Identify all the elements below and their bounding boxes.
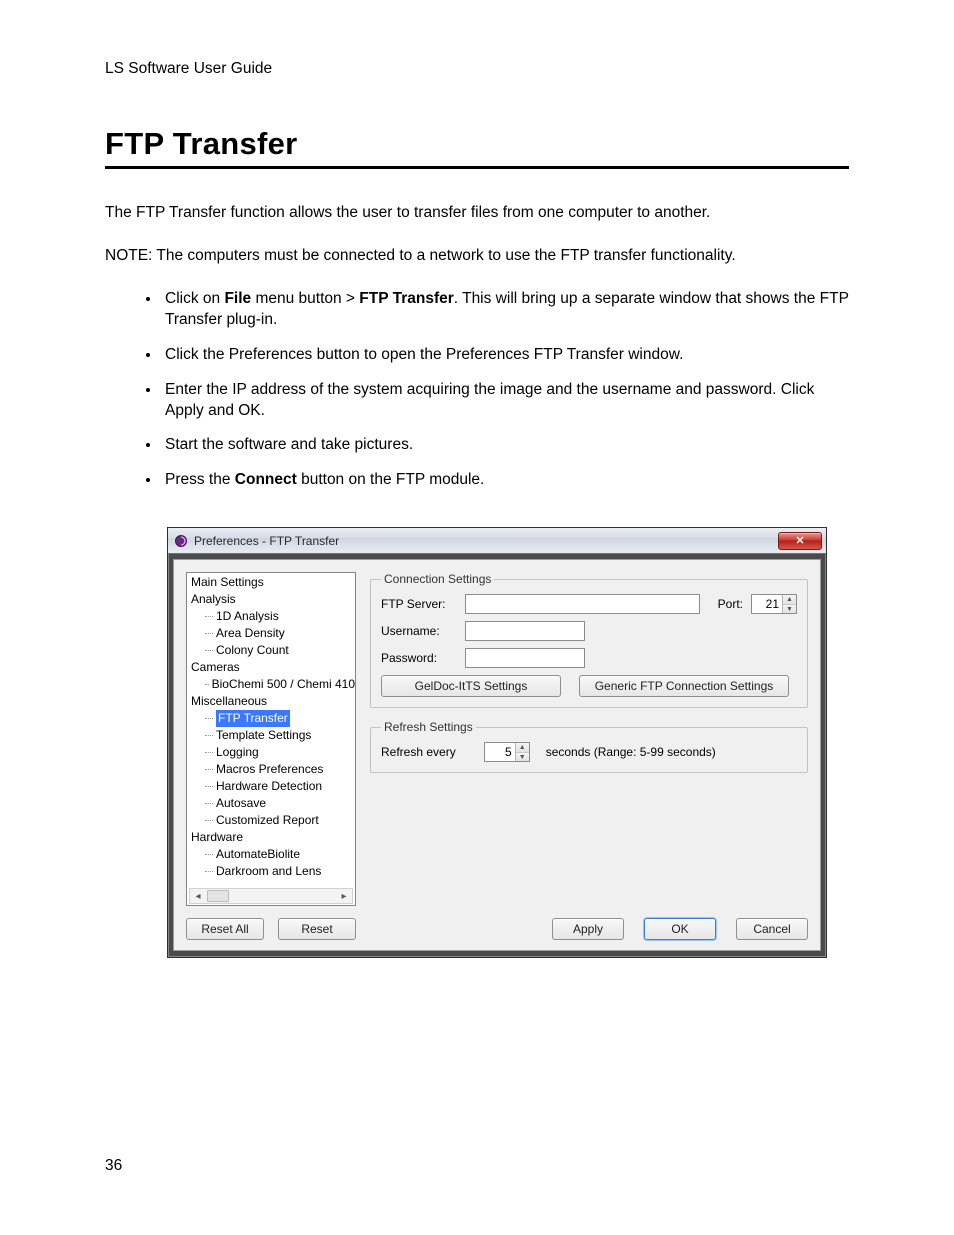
- ftp-server-input[interactable]: [465, 594, 700, 614]
- tree-item-hardware-detection[interactable]: Hardware Detection: [187, 778, 355, 795]
- tree-item-darkroom-lens[interactable]: Darkroom and Lens: [187, 863, 355, 880]
- list-item: Enter the IP address of the system acqui…: [161, 380, 849, 422]
- left-column: Main Settings Analysis 1D Analysis Area …: [186, 572, 356, 940]
- bold-text: FTP Transfer: [359, 290, 453, 307]
- list-item: Click on File menu button > FTP Transfer…: [161, 289, 849, 331]
- right-column: Connection Settings FTP Server: Port: ▲ …: [370, 572, 808, 940]
- app-icon: [174, 534, 188, 548]
- step-text: button on the FTP module.: [297, 471, 485, 488]
- tree-category-miscellaneous[interactable]: Miscellaneous: [187, 693, 355, 710]
- tree-item-biochemi[interactable]: BioChemi 500 / Chemi 410: [187, 676, 355, 693]
- reset-button[interactable]: Reset: [278, 918, 356, 940]
- tree-item-customized-report[interactable]: Customized Report: [187, 812, 355, 829]
- username-label: Username:: [381, 624, 457, 638]
- tree-category-analysis[interactable]: Analysis: [187, 591, 355, 608]
- password-input[interactable]: [465, 648, 585, 668]
- step-text: Press the: [165, 471, 235, 488]
- note-text: NOTE: The computers must be connected to…: [105, 246, 849, 267]
- section-title: FTP Transfer: [105, 126, 849, 162]
- tree-item-automatebiolite[interactable]: AutomateBiolite: [187, 846, 355, 863]
- spin-down-icon[interactable]: ▼: [783, 604, 796, 614]
- tree-category-cameras[interactable]: Cameras: [187, 659, 355, 676]
- port-input[interactable]: [752, 595, 782, 613]
- window-title: Preferences - FTP Transfer: [194, 534, 778, 548]
- close-button[interactable]: ✕: [778, 532, 822, 550]
- list-item: Click the Preferences button to open the…: [161, 345, 849, 366]
- tree-category-hardware[interactable]: Hardware: [187, 829, 355, 846]
- step-text: Click on: [165, 290, 224, 307]
- refresh-stepper[interactable]: ▲ ▼: [484, 742, 530, 762]
- list-item: Press the Connect button on the FTP modu…: [161, 470, 849, 491]
- apply-button[interactable]: Apply: [552, 918, 624, 940]
- ftp-server-label: FTP Server:: [381, 597, 457, 611]
- step-text: menu button >: [251, 290, 359, 307]
- close-icon: ✕: [795, 534, 804, 547]
- tree-item-area-density[interactable]: Area Density: [187, 625, 355, 642]
- refresh-label: Refresh every: [381, 745, 456, 759]
- refresh-legend: Refresh Settings: [381, 720, 476, 734]
- tree-category-main-settings[interactable]: Main Settings: [187, 574, 355, 591]
- spin-up-icon[interactable]: ▲: [783, 595, 796, 604]
- tree-h-scrollbar[interactable]: ◂ ▸: [189, 888, 353, 904]
- connection-legend: Connection Settings: [381, 572, 494, 586]
- tree-item-autosave[interactable]: Autosave: [187, 795, 355, 812]
- ok-button[interactable]: OK: [644, 918, 716, 940]
- tree-item-template-settings[interactable]: Template Settings: [187, 727, 355, 744]
- bold-text: Connect: [235, 471, 297, 488]
- intro-text: The FTP Transfer function allows the use…: [105, 203, 849, 224]
- password-label: Password:: [381, 651, 457, 665]
- username-input[interactable]: [465, 621, 585, 641]
- section-divider: [105, 166, 849, 169]
- list-item: Start the software and take pictures.: [161, 435, 849, 456]
- refresh-input[interactable]: [485, 743, 515, 761]
- scroll-right-icon[interactable]: ▸: [336, 889, 352, 903]
- refresh-settings-group: Refresh Settings Refresh every ▲ ▼ secon…: [370, 720, 808, 773]
- refresh-suffix: seconds (Range: 5-99 seconds): [546, 745, 716, 759]
- spin-up-icon[interactable]: ▲: [516, 743, 529, 752]
- port-label: Port:: [718, 597, 743, 611]
- nav-tree[interactable]: Main Settings Analysis 1D Analysis Area …: [186, 572, 356, 906]
- tree-item-logging[interactable]: Logging: [187, 744, 355, 761]
- dialog-body: Main Settings Analysis 1D Analysis Area …: [173, 559, 821, 951]
- scroll-left-icon[interactable]: ◂: [190, 889, 206, 903]
- reset-all-button[interactable]: Reset All: [186, 918, 264, 940]
- doc-header: LS Software User Guide: [105, 60, 849, 78]
- tree-item-colony-count[interactable]: Colony Count: [187, 642, 355, 659]
- port-stepper[interactable]: ▲ ▼: [751, 594, 797, 614]
- scroll-track[interactable]: [230, 889, 336, 903]
- titlebar[interactable]: Preferences - FTP Transfer ✕: [168, 528, 826, 554]
- tree-item-ftp-transfer[interactable]: FTP Transfer: [187, 710, 355, 727]
- steps-list: Click on File menu button > FTP Transfer…: [105, 289, 849, 491]
- tree-item-1d-analysis[interactable]: 1D Analysis: [187, 608, 355, 625]
- bold-text: File: [224, 290, 251, 307]
- preferences-dialog: Preferences - FTP Transfer ✕ Main Settin…: [167, 527, 827, 958]
- cancel-button[interactable]: Cancel: [736, 918, 808, 940]
- page-number: 36: [105, 1157, 122, 1175]
- scroll-thumb[interactable]: [207, 890, 229, 902]
- geldoc-settings-button[interactable]: GelDoc-ItTS Settings: [381, 675, 561, 697]
- tree-item-macros-preferences[interactable]: Macros Preferences: [187, 761, 355, 778]
- connection-settings-group: Connection Settings FTP Server: Port: ▲ …: [370, 572, 808, 708]
- spin-down-icon[interactable]: ▼: [516, 752, 529, 762]
- generic-ftp-settings-button[interactable]: Generic FTP Connection Settings: [579, 675, 789, 697]
